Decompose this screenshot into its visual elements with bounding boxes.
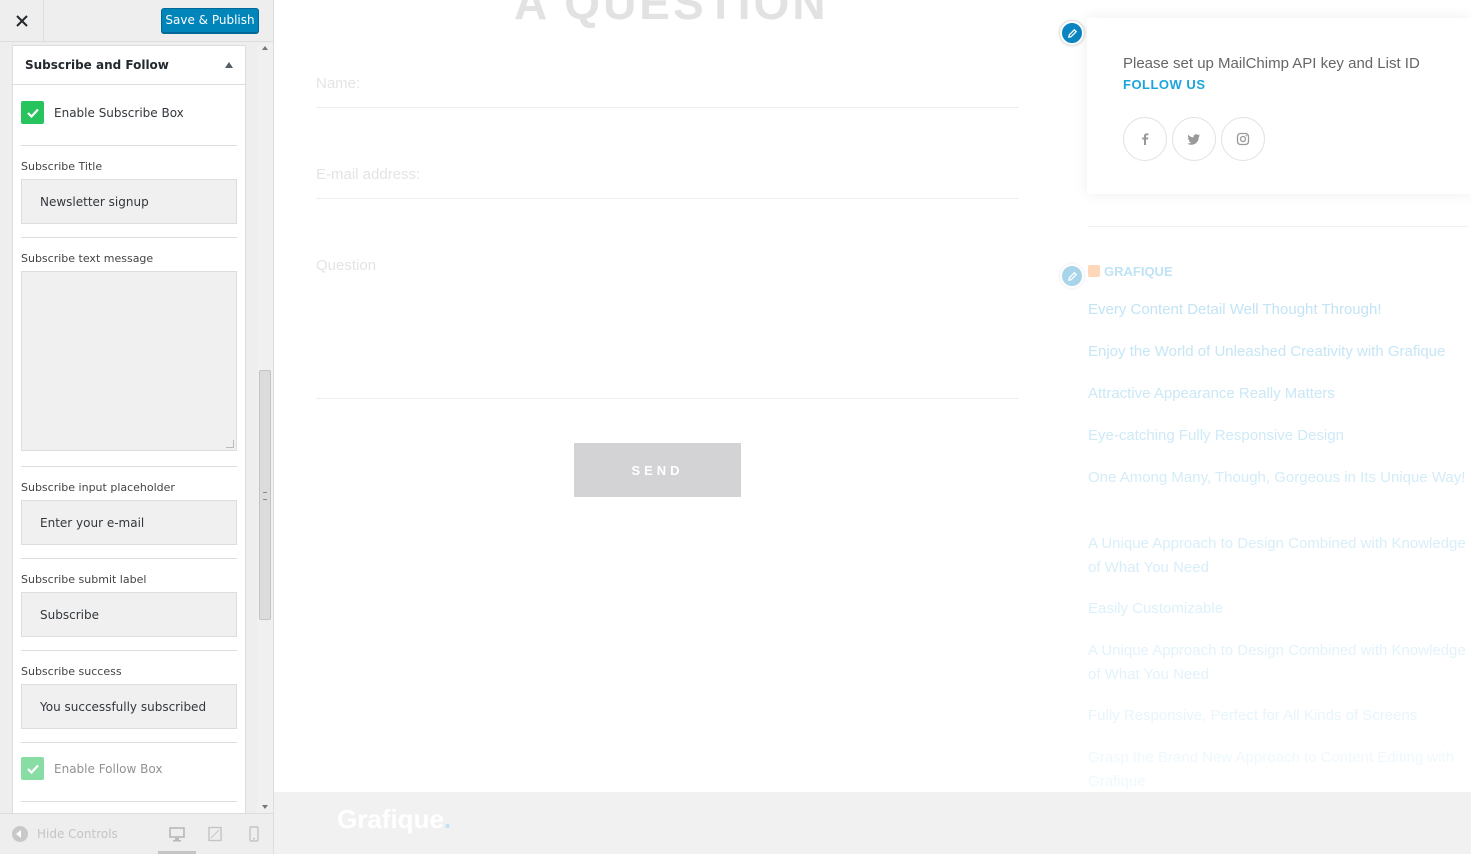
divider [21, 801, 237, 802]
divider [21, 742, 237, 743]
site-footer: Grafique. [274, 792, 1471, 854]
rss-post-link[interactable]: Eye-catching Fully Responsive Design [1088, 424, 1468, 448]
hide-controls-button[interactable]: Hide Controls [12, 826, 118, 842]
name-field-line [316, 107, 1019, 108]
divider [21, 237, 237, 238]
footer-logo[interactable]: Grafique. [337, 804, 451, 835]
divider [21, 650, 237, 651]
twitter-link[interactable] [1172, 117, 1216, 161]
facebook-icon [1142, 133, 1149, 145]
tablet-icon [208, 826, 222, 842]
enable-follow-control: Enable Follow Box [21, 757, 237, 780]
sidebar-footer: Hide Controls [0, 813, 273, 854]
rss-post-link[interactable]: Enjoy the World of Unleashed Creativity … [1088, 340, 1468, 364]
scroll-thumb[interactable] [259, 370, 271, 620]
save-publish-button[interactable]: Save & Publish [161, 8, 259, 33]
question-field-line [316, 398, 1019, 399]
success-input[interactable]: You successfully subscribed [21, 684, 237, 729]
instagram-link[interactable] [1221, 117, 1265, 161]
divider [21, 558, 237, 559]
twitter-icon [1187, 134, 1200, 145]
subscribe-placeholder-control: Subscribe input placeholder Enter your e… [21, 481, 237, 545]
rss-post-link[interactable]: Every Content Detail Well Thought Throug… [1088, 298, 1468, 322]
rss-post-link[interactable]: One Among Many, Though, Gorgeous in Its … [1088, 466, 1468, 490]
email-field-line [316, 198, 1019, 199]
pencil-icon [1067, 28, 1077, 38]
enable-subscribe-checkbox[interactable] [21, 101, 44, 124]
customizer-sidebar: Save & Publish Subscribe and Follow Enab… [0, 0, 274, 854]
sidebar-header: Save & Publish [0, 0, 273, 42]
check-icon [26, 764, 39, 774]
rss-post-link[interactable]: A Unique Approach to Design Combined wit… [1088, 532, 1468, 580]
subscribe-title-control: Subscribe Title Newsletter signup [21, 160, 237, 224]
hide-controls-label: Hide Controls [37, 827, 118, 841]
site-preview: A QUESTION Name: E-mail address: Questio… [274, 0, 1471, 854]
widget-divider [1088, 226, 1468, 227]
follow-us-title: FOLLOW US [1123, 77, 1206, 92]
placeholder-label: Subscribe input placeholder [21, 481, 175, 494]
close-icon [15, 15, 28, 27]
instagram-icon [1236, 132, 1250, 146]
mobile-icon [249, 826, 259, 842]
enable-follow-checkbox[interactable] [21, 757, 44, 780]
footer-logo-dot: . [443, 804, 452, 834]
divider [21, 145, 237, 146]
edit-rss-widget-button[interactable] [1060, 264, 1084, 288]
close-button[interactable] [0, 0, 44, 42]
send-button[interactable]: SEND [574, 443, 741, 497]
name-field[interactable]: Name: [316, 75, 360, 92]
collapse-left-icon [12, 826, 28, 842]
subscribe-success-control: Subscribe success You successfully subsc… [21, 665, 237, 729]
rss-post-link[interactable]: Attractive Appearance Really Matters [1088, 382, 1468, 406]
divider [21, 466, 237, 467]
rss-post-link[interactable]: Fully Responsive, Perfect for All Kinds … [1088, 704, 1468, 728]
mobile-preview-button[interactable] [245, 826, 263, 842]
check-icon [26, 108, 39, 118]
page-heading: A QUESTION [514, 0, 829, 29]
rss-post-link[interactable]: Easily Customizable [1088, 597, 1468, 621]
mailchimp-message: Please set up MailChimp API key and List… [1123, 55, 1420, 72]
desktop-preview-button[interactable] [168, 826, 186, 842]
pencil-icon [1067, 271, 1077, 281]
footer-logo-text: Grafique [337, 804, 444, 834]
collapse-arrow-icon[interactable] [225, 62, 233, 68]
subscribe-text-textarea[interactable] [21, 271, 237, 451]
section-title: Subscribe and Follow [25, 58, 169, 72]
enable-follow-label: Enable Follow Box [54, 761, 163, 776]
sidebar-scroll-area: Subscribe and Follow Enable Subscribe Bo… [0, 43, 273, 813]
subscribe-submit-control: Subscribe submit label Subscribe [21, 573, 237, 637]
sidebar-scrollbar[interactable] [257, 43, 273, 813]
facebook-link[interactable] [1123, 117, 1167, 161]
subscribe-follow-panel: Subscribe and Follow Enable Subscribe Bo… [12, 45, 246, 813]
placeholder-input[interactable]: Enter your e-mail [21, 500, 237, 545]
subscribe-text-control: Subscribe text message [21, 252, 237, 451]
scroll-up-icon[interactable] [262, 46, 268, 50]
tablet-preview-button[interactable] [206, 826, 224, 842]
enable-subscribe-label: Enable Subscribe Box [54, 105, 184, 120]
success-label: Subscribe success [21, 665, 122, 678]
scroll-down-icon[interactable] [262, 805, 268, 809]
submit-label: Subscribe submit label [21, 573, 147, 586]
rss-post-link[interactable]: Grasp the Brand New Approach to Content … [1088, 746, 1468, 794]
resize-handle-icon[interactable] [226, 440, 234, 448]
email-field[interactable]: E-mail address: [316, 166, 420, 183]
enable-subscribe-control: Enable Subscribe Box [21, 101, 237, 124]
edit-widget-button[interactable] [1060, 21, 1084, 45]
section-header[interactable]: Subscribe and Follow [13, 46, 245, 85]
submit-input[interactable]: Subscribe [21, 592, 237, 637]
subscribe-title-input[interactable]: Newsletter signup [21, 179, 237, 224]
rss-widget-title[interactable]: GRAFIQUE [1104, 264, 1173, 279]
rss-icon [1088, 265, 1100, 277]
desktop-icon [169, 827, 185, 842]
subscribe-title-label: Subscribe Title [21, 160, 103, 173]
subscribe-follow-widget: Please set up MailChimp API key and List… [1087, 18, 1471, 194]
subscribe-text-label: Subscribe text message [21, 252, 154, 265]
rss-post-link[interactable]: A Unique Approach to Design Combined wit… [1088, 639, 1468, 687]
question-field[interactable]: Question [316, 257, 376, 274]
